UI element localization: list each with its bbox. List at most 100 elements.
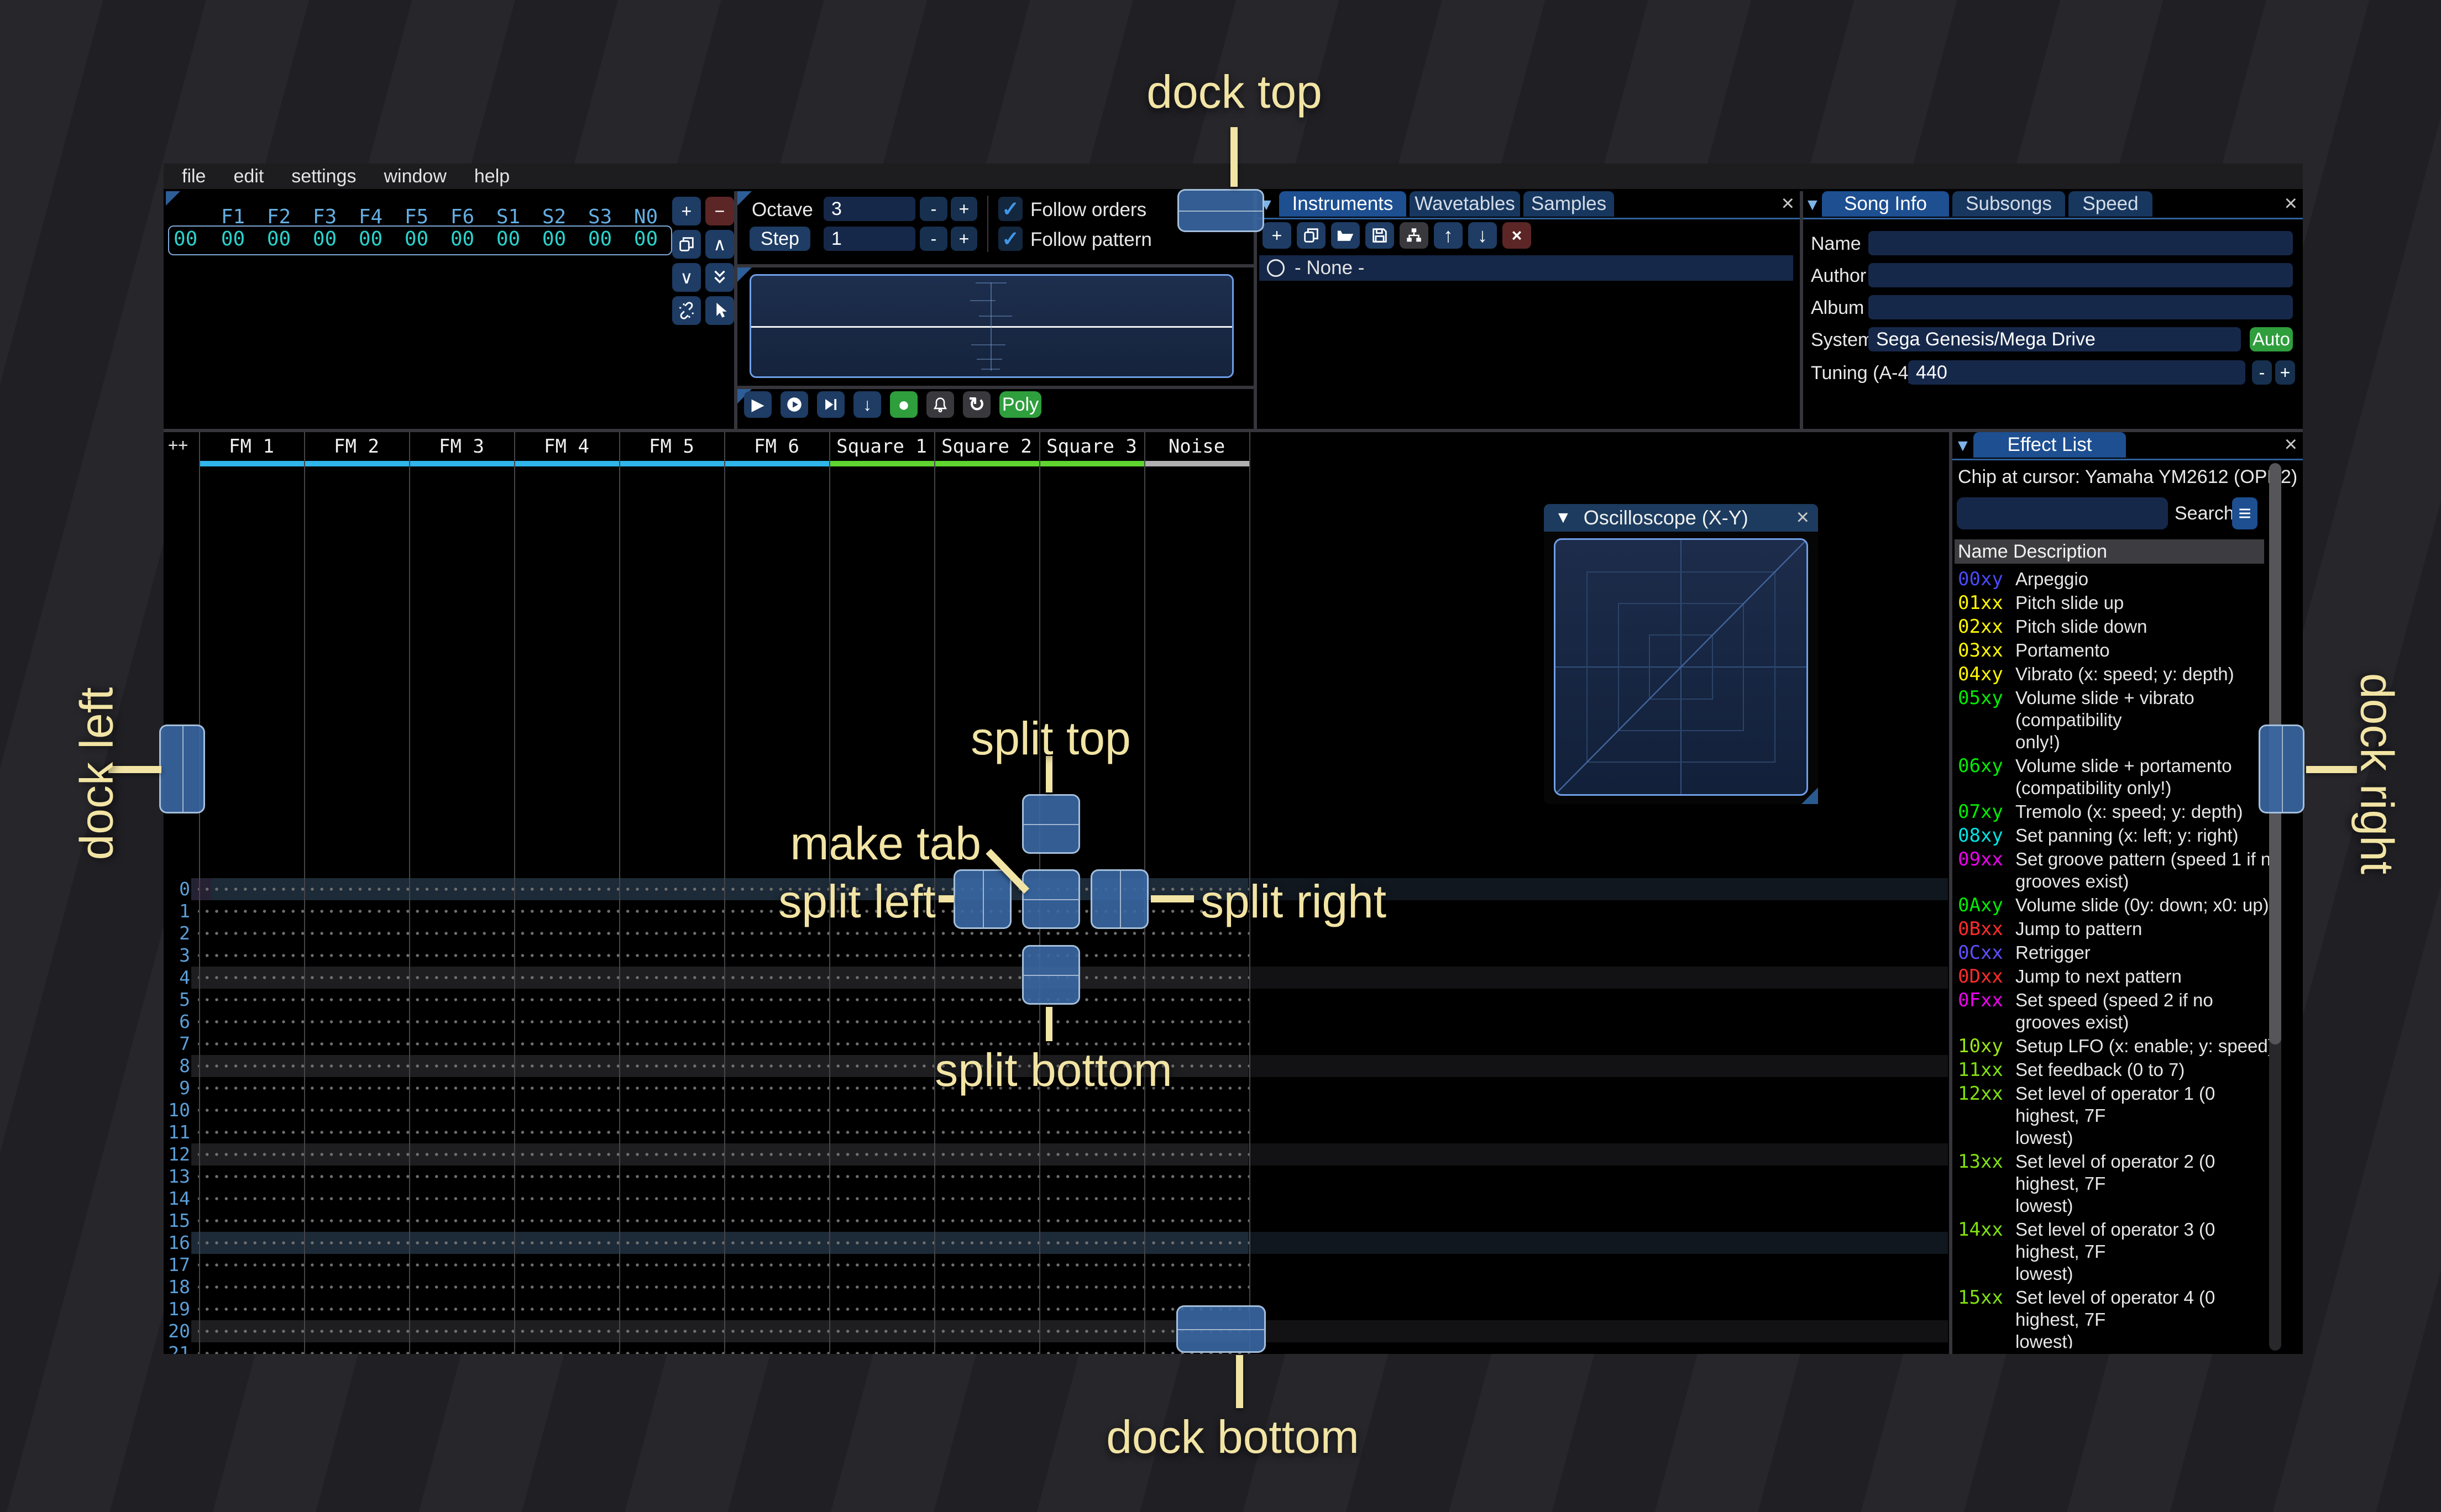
tab-speed[interactable]: Speed: [2068, 191, 2152, 217]
pattern-row[interactable]: 20: [167, 1320, 1948, 1342]
orders-cell[interactable]: 00: [439, 228, 485, 250]
pattern-row[interactable]: 15: [167, 1210, 1948, 1232]
tab-effect-list[interactable]: Effect List: [1973, 432, 2126, 458]
tab-song-info[interactable]: Song Info: [1822, 191, 1949, 217]
orders-cell[interactable]: 00: [348, 228, 394, 250]
orders-cell[interactable]: 00: [531, 228, 577, 250]
tab-instruments[interactable]: Instruments: [1279, 191, 1406, 217]
close-icon[interactable]: ×: [1782, 192, 1794, 214]
poly-button[interactable]: Poly: [999, 391, 1041, 418]
menu-item-window[interactable]: window: [370, 166, 460, 187]
orders-cell[interactable]: 00: [577, 228, 623, 250]
play-from-cursor-button[interactable]: [781, 391, 808, 418]
tab-wavetables[interactable]: Wavetables: [1410, 191, 1520, 217]
dock-target-left[interactable]: [159, 725, 205, 813]
dock-target-top[interactable]: [1177, 189, 1264, 232]
step-row-button[interactable]: ↓: [853, 391, 881, 418]
close-icon[interactable]: ×: [1796, 506, 1809, 528]
scrollbar-track[interactable]: [2269, 463, 2281, 1351]
orders-cell[interactable]: 00: [302, 228, 348, 250]
instrument-open-button[interactable]: [1331, 222, 1360, 249]
instrument-move-down-button[interactable]: ↓: [1468, 222, 1497, 249]
menu-item-help[interactable]: help: [460, 166, 523, 187]
menu-item-settings[interactable]: settings: [277, 166, 370, 187]
collapse-icon[interactable]: ▼: [1955, 437, 1971, 455]
tuning-minus-button[interactable]: -: [2252, 360, 2272, 385]
dock-target-bottom[interactable]: [1176, 1305, 1266, 1353]
system-field[interactable]: Sega Genesis/Mega Drive: [1868, 327, 2241, 351]
tuning-plus-button[interactable]: +: [2275, 360, 2295, 385]
effect-search-input[interactable]: [1957, 497, 2168, 529]
piano-widget[interactable]: [750, 274, 1234, 378]
pattern-row[interactable]: 18: [167, 1276, 1948, 1298]
resize-grip[interactable]: [1801, 788, 1818, 804]
pattern-row[interactable]: 6: [167, 1011, 1948, 1033]
order-remove-button[interactable]: −: [705, 197, 734, 225]
order-add-button[interactable]: +: [672, 197, 701, 225]
orders-cell[interactable]: 00: [256, 228, 302, 250]
instrument-duplicate-button[interactable]: [1297, 222, 1326, 249]
tab-subsongs[interactable]: Subsongs: [1952, 191, 2065, 217]
octave-minus-button[interactable]: -: [920, 197, 947, 221]
pattern-row[interactable]: 16: [167, 1232, 1948, 1254]
instrument-list-item[interactable]: - None -: [1259, 255, 1793, 281]
orders-cell[interactable]: 00: [623, 228, 669, 250]
menu-item-file[interactable]: file: [168, 166, 219, 187]
pattern-row[interactable]: 10: [167, 1099, 1948, 1121]
order-deep-clone-button[interactable]: [672, 296, 701, 325]
menu-item-edit[interactable]: edit: [219, 166, 277, 187]
dock-target-right[interactable]: [2259, 725, 2304, 813]
step-chip[interactable]: Step: [750, 227, 810, 251]
name-field[interactable]: [1868, 231, 2293, 255]
pattern-add-channel-button[interactable]: ++: [168, 435, 188, 455]
collapse-icon[interactable]: ▼: [1555, 508, 1572, 527]
close-icon[interactable]: ×: [2285, 433, 2297, 455]
instrument-organize-button[interactable]: [1400, 222, 1428, 249]
pattern-row[interactable]: 19: [167, 1298, 1948, 1320]
pattern-row[interactable]: 21: [167, 1342, 1948, 1354]
orders-cell[interactable]: 00: [210, 228, 256, 250]
system-auto-button[interactable]: Auto: [2250, 327, 2293, 351]
channel-header-square-3[interactable]: Square 3: [1039, 435, 1144, 458]
metronome-button[interactable]: [926, 391, 954, 418]
split-target-bottom[interactable]: [1022, 945, 1080, 1005]
channel-header-noise[interactable]: Noise: [1144, 435, 1249, 458]
repeat-pattern-button[interactable]: ↻: [963, 391, 991, 418]
follow-orders-checkbox[interactable]: ✓: [998, 197, 1023, 221]
octave-input[interactable]: 3: [824, 197, 915, 221]
pattern-row[interactable]: 12: [167, 1143, 1948, 1166]
channel-header-square-1[interactable]: Square 1: [829, 435, 934, 458]
channel-header-fm-2[interactable]: FM 2: [304, 435, 409, 458]
make-tab-target[interactable]: [1022, 869, 1080, 929]
split-target-left[interactable]: [954, 869, 1012, 929]
channel-header-fm-3[interactable]: FM 3: [409, 435, 514, 458]
close-icon[interactable]: ×: [2285, 192, 2297, 214]
play-button[interactable]: ▶: [744, 391, 772, 418]
instrument-move-up-button[interactable]: ↑: [1434, 222, 1463, 249]
stop-button[interactable]: ●: [890, 391, 918, 418]
order-move-down-button[interactable]: ∨: [672, 263, 701, 292]
order-edit-mode-button[interactable]: [705, 296, 734, 325]
pattern-row[interactable]: 13: [167, 1166, 1948, 1188]
channel-header-fm-1[interactable]: FM 1: [199, 435, 304, 458]
channel-header-square-2[interactable]: Square 2: [934, 435, 1039, 458]
effect-menu-button[interactable]: ≡: [2232, 497, 2257, 529]
follow-pattern-checkbox[interactable]: ✓: [998, 227, 1023, 251]
order-duplicate-button[interactable]: [672, 230, 701, 259]
orders-cell[interactable]: 00: [485, 228, 531, 250]
split-target-right[interactable]: [1091, 869, 1149, 929]
orders-row[interactable]: 00 00 00 00 00 00 00 00 00 00 00: [166, 228, 734, 251]
order-move-up-button[interactable]: ∧: [705, 230, 734, 259]
play-one-row-button[interactable]: [817, 391, 845, 418]
author-field[interactable]: [1868, 263, 2293, 287]
pattern-row[interactable]: 11: [167, 1121, 1948, 1143]
collapse-icon[interactable]: ▼: [1804, 196, 1821, 214]
tuning-field[interactable]: 440: [1908, 360, 2245, 385]
octave-plus-button[interactable]: +: [951, 197, 977, 221]
orders-cell[interactable]: 00: [394, 228, 439, 250]
tab-samples[interactable]: Samples: [1523, 191, 1614, 217]
pattern-row[interactable]: 14: [167, 1188, 1948, 1210]
split-target-top[interactable]: [1022, 794, 1080, 854]
step-plus-button[interactable]: +: [951, 227, 977, 251]
step-minus-button[interactable]: -: [920, 227, 947, 251]
